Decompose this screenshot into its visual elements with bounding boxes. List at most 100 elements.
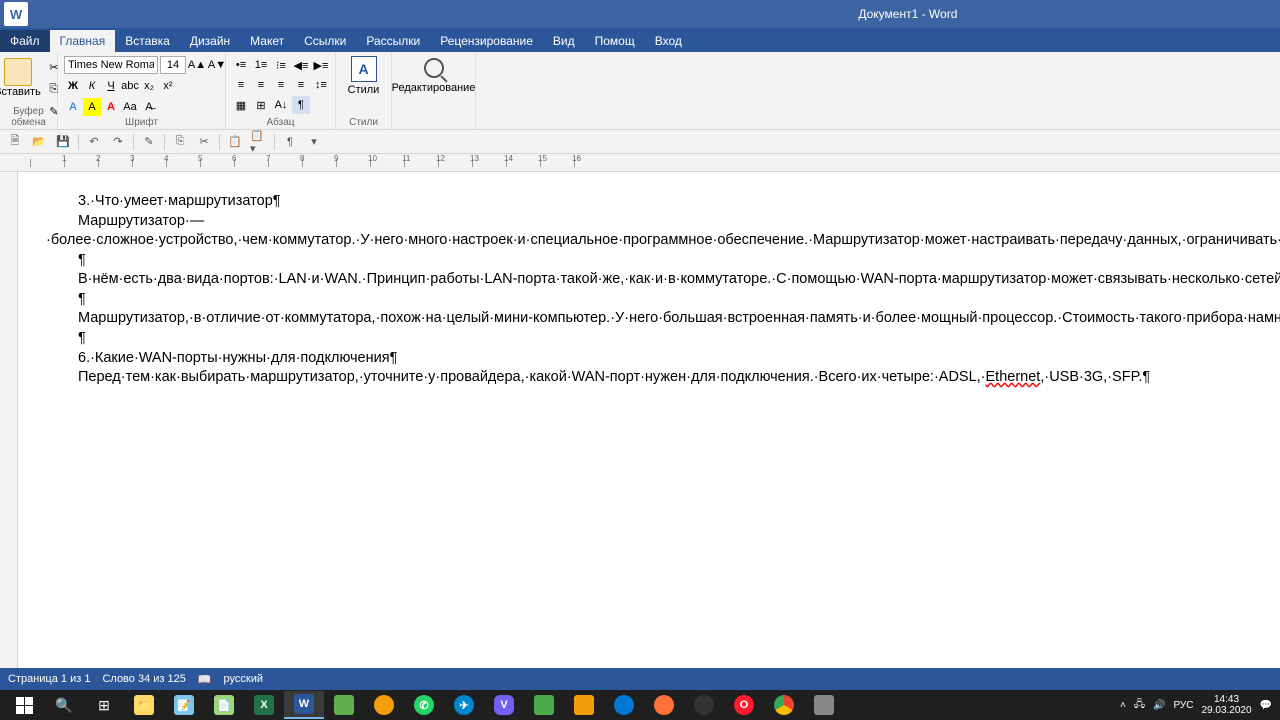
tab-help[interactable]: Помощ (585, 30, 645, 52)
qat-copy[interactable]: ⎘ (171, 133, 189, 151)
underline-button[interactable]: Ч (102, 77, 120, 95)
app-icon-gray[interactable] (804, 691, 844, 719)
font-size-input[interactable] (160, 56, 186, 74)
borders-button[interactable]: ⊞ (252, 96, 270, 114)
file-explorer-icon[interactable]: 📁 (124, 691, 164, 719)
find-icon[interactable] (424, 58, 444, 78)
app-icon-dark[interactable] (684, 691, 724, 719)
qat-open-button[interactable]: 📂 (30, 133, 48, 151)
tab-references[interactable]: Ссылки (294, 30, 356, 52)
opera-icon[interactable]: O (724, 691, 764, 719)
show-marks-button[interactable]: ¶ (292, 96, 310, 114)
doc1-paragraph-2: В·нём·есть·два·вида·портов:·LAN·и·WAN.·П… (46, 270, 1280, 290)
bold-button[interactable]: Ж (64, 77, 82, 95)
increase-indent-button[interactable]: ▶≡ (312, 56, 330, 74)
text-effects-button[interactable]: A (64, 98, 82, 116)
grow-font-button[interactable]: A▲ (188, 56, 206, 74)
doc1-blank-3: ¶ (46, 329, 1280, 349)
status-page[interactable]: Страница 1 из 1 (8, 673, 90, 685)
tab-signin[interactable]: Вход (645, 30, 692, 52)
shading-button[interactable]: ▦ (232, 96, 250, 114)
justify-button[interactable]: ≡ (292, 76, 310, 94)
qat-format-painter[interactable]: ✎ (140, 133, 158, 151)
align-left-button[interactable]: ≡ (232, 76, 250, 94)
excel-icon[interactable]: X (244, 691, 284, 719)
input-language[interactable]: РУС (1173, 700, 1193, 711)
clipboard-group-label: Буфер обмена (0, 106, 57, 128)
tab-file[interactable]: Файл (0, 30, 50, 52)
qat-redo-button[interactable]: ↷ (109, 133, 127, 151)
telegram-icon[interactable]: ✈ (444, 691, 484, 719)
tab-mailings[interactable]: Рассылки (356, 30, 430, 52)
qat-paste-opts[interactable]: 📋▾ (250, 133, 268, 151)
system-tray: ˄ 🖧 🔊 РУС 14:43 29.03.2020 💬 (1120, 694, 1276, 716)
qat-show-marks[interactable]: ¶ (281, 133, 299, 151)
proofing-icon[interactable]: 📖 (198, 673, 212, 686)
doc1-paragraph-1: Маршрутизатор·—·более·сложное·устройство… (46, 212, 1280, 251)
qat-new-button[interactable]: 🗎 (6, 133, 24, 151)
chrome-icon[interactable] (764, 691, 804, 719)
superscript-button[interactable]: x² (159, 77, 177, 95)
subscript-button[interactable]: x₂ (140, 77, 158, 95)
tab-insert[interactable]: Вставка (115, 30, 180, 52)
bullets-button[interactable]: •≡ (232, 56, 250, 74)
volume-icon[interactable]: 🔊 (1153, 700, 1165, 711)
status-words[interactable]: Слово 34 из 125 (102, 673, 185, 685)
tray-expand-icon[interactable]: ˄ (1120, 700, 1126, 711)
clipboard-icon (4, 58, 32, 86)
multilevel-button[interactable]: ⁝≡ (272, 56, 290, 74)
qat-more[interactable]: ▾ (305, 133, 323, 151)
ruler-horizontal-1[interactable]: 12345678910111213141516 (0, 154, 1280, 172)
ribbon-tabs-1: Файл Главная Вставка Дизайн Макет Ссылки… (0, 28, 1280, 52)
app-icon-orange[interactable] (364, 691, 404, 719)
word-icon[interactable]: W (284, 691, 324, 719)
ruler-vertical-1[interactable] (0, 172, 18, 668)
italic-button[interactable]: К (83, 77, 101, 95)
document-page-1[interactable]: 3.·Что·умеет·маршрутизатор¶ Маршрутизато… (18, 172, 1280, 668)
task-view-button[interactable]: ⊞ (84, 691, 124, 719)
shrink-font-button[interactable]: A▼ (208, 56, 226, 74)
spellcheck-error: Ethernet (986, 369, 1041, 385)
align-center-button[interactable]: ≡ (252, 76, 270, 94)
font-color-button[interactable]: A (102, 98, 120, 116)
viber-icon[interactable]: V (484, 691, 524, 719)
strikethrough-button[interactable]: abc (121, 77, 139, 95)
edge-icon[interactable] (604, 691, 644, 719)
word-window-1: W Документ1 - Word ▭ — ☐ ✕ Файл Главная … (0, 0, 1280, 690)
notepad-plus-icon[interactable]: 📄 (204, 691, 244, 719)
network-icon[interactable]: 🖧 (1134, 697, 1145, 714)
paragraph-group-label: Абзац (226, 117, 335, 128)
qat-undo-button[interactable]: ↶ (85, 133, 103, 151)
qat-cut[interactable]: ✂ (195, 133, 213, 151)
tab-design[interactable]: Дизайн (180, 30, 240, 52)
decrease-indent-button[interactable]: ◀≡ (292, 56, 310, 74)
ribbon-1: Вставить ✂ ⎘ ✎ Буфер обмена A▲ A▼ (0, 52, 1280, 130)
notifications-icon[interactable]: 💬 (1260, 700, 1272, 711)
sort-button[interactable]: A↓ (272, 96, 290, 114)
notepad-icon[interactable]: 📝 (164, 691, 204, 719)
qat-save-button[interactable]: 💾 (54, 133, 72, 151)
search-button[interactable]: 🔍 (44, 691, 84, 719)
highlight-button[interactable]: A (83, 98, 101, 116)
tab-home[interactable]: Главная (50, 30, 116, 52)
word-app-icon: W (4, 2, 28, 26)
clear-format-button[interactable]: A̶ (140, 98, 158, 116)
tab-review[interactable]: Рецензирование (430, 30, 543, 52)
align-right-button[interactable]: ≡ (272, 76, 290, 94)
app-icon-orange2[interactable] (564, 691, 604, 719)
font-name-input[interactable] (64, 56, 158, 74)
change-case-button[interactable]: Aa (121, 98, 139, 116)
firefox-icon[interactable] (644, 691, 684, 719)
line-spacing-button[interactable]: ↕≡ (312, 76, 330, 94)
tab-layout[interactable]: Макет (240, 30, 294, 52)
app-icon-green[interactable] (324, 691, 364, 719)
qat-paste[interactable]: 📋 (226, 133, 244, 151)
clock[interactable]: 14:43 29.03.2020 (1201, 694, 1251, 716)
numbering-button[interactable]: 1≡ (252, 56, 270, 74)
whatsapp-icon[interactable]: ✆ (404, 691, 444, 719)
status-language[interactable]: русский (224, 673, 263, 685)
tab-view[interactable]: Вид (543, 30, 585, 52)
app-icon-green2[interactable] (524, 691, 564, 719)
start-button[interactable] (4, 691, 44, 719)
styles-icon[interactable]: A (351, 56, 377, 82)
